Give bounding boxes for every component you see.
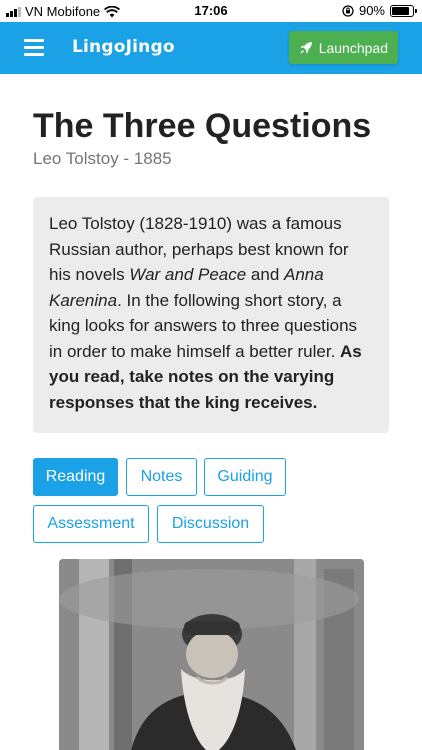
tab-assessment[interactable]: Assessment bbox=[33, 505, 149, 543]
author-portrait-image bbox=[59, 559, 364, 750]
status-right: 90% bbox=[342, 3, 417, 18]
tab-reading[interactable]: Reading bbox=[33, 458, 118, 496]
tab-guiding[interactable]: Guiding bbox=[204, 458, 286, 496]
rocket-icon bbox=[299, 41, 312, 54]
battery-icon bbox=[390, 4, 417, 17]
screen: VN Mobifone 17:06 90% LingoJingo Launchp… bbox=[0, 0, 422, 750]
hamburger-menu-icon[interactable] bbox=[24, 39, 44, 56]
brand-logo[interactable]: LingoJingo bbox=[72, 37, 175, 57]
battery-fill bbox=[392, 6, 409, 15]
orientation-lock-icon bbox=[342, 4, 354, 17]
tab-notes[interactable]: Notes bbox=[126, 458, 197, 496]
portrait-illustration bbox=[59, 559, 364, 750]
story-title: The Three Questions bbox=[33, 107, 372, 145]
battery-percent: 90% bbox=[358, 3, 385, 18]
tab-discussion[interactable]: Discussion bbox=[157, 505, 264, 543]
app-header: LingoJingo Launchpad bbox=[0, 22, 422, 74]
story-introduction: Leo Tolstoy (1828-1910) was a famous Rus… bbox=[33, 197, 389, 433]
launchpad-label: Launchpad bbox=[318, 39, 388, 56]
intro-novel-1: War and Peace bbox=[129, 265, 247, 284]
launchpad-button[interactable]: Launchpad bbox=[288, 31, 398, 64]
status-bar: VN Mobifone 17:06 90% bbox=[0, 0, 422, 22]
intro-and: and bbox=[246, 265, 285, 284]
author-line: Leo Tolstoy - 1885 bbox=[33, 149, 172, 168]
